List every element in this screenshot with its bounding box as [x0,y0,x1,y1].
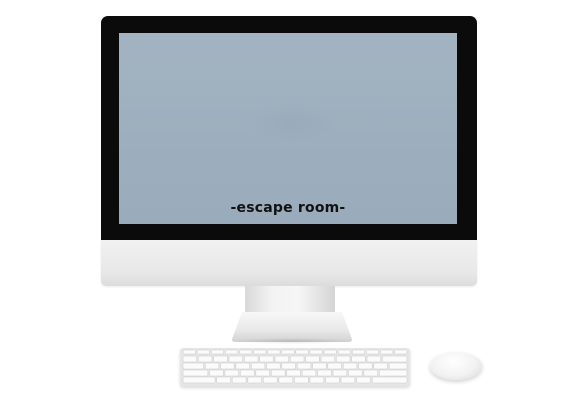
keyboard-key [295,349,309,355]
keyboard-key [182,376,216,384]
keyboard-key [348,369,363,377]
keyboard-key [182,362,204,370]
keyboard-key [182,355,197,363]
keyboard-key [271,369,286,377]
keyboard-key [382,355,408,363]
keyboard-key [266,362,281,370]
keyboard-key [209,369,224,377]
screen-caption: -escape room- [230,200,346,216]
keyboard-key [373,362,388,370]
keyboard-key [379,369,408,377]
keyboard-key [301,369,317,377]
mouse-icon [430,352,482,380]
keyboard-key [213,355,228,363]
keyboard-key [286,369,301,377]
keyboard-key [220,362,235,370]
monitor-stand-neck [245,286,335,314]
keyboard-icon [180,348,410,386]
keyboard-key [394,349,408,355]
keyboard-key [198,355,213,363]
keyboard-key [337,349,351,355]
keyboard-key [305,355,320,363]
keyboard-key [231,376,247,384]
keyboard-keys [182,349,408,384]
keyboard-key [290,355,305,363]
keyboard-key [281,349,295,355]
keyboard-key [244,355,259,363]
keyboard-key [267,349,281,355]
keyboard-key [312,362,327,370]
keyboard-key [216,376,231,384]
keyboard-key [327,362,342,370]
monitor-chin [101,240,477,286]
keyboard-key [225,349,239,355]
keyboard-key [342,362,358,370]
keyboard-key [240,369,255,377]
keyboard-key [263,376,278,384]
keyboard-key [358,362,373,370]
keyboard-key [204,362,220,370]
screen-reflection [249,103,339,143]
keyboard-key [317,369,332,377]
keyboard-key [235,362,250,370]
keyboard-key [196,349,210,355]
keyboard-key [239,349,253,355]
keyboard-key [224,369,239,377]
keyboard-key [363,369,378,377]
keyboard-key [278,376,294,384]
keyboard-key [255,369,270,377]
keyboard-key [380,349,394,355]
keyboard-key [388,362,408,370]
keyboard-key [309,376,325,384]
keyboard-key [320,355,335,363]
keyboard-key [250,362,266,370]
keyboard-key [182,349,196,355]
keyboard-key [351,355,366,363]
keyboard-key [356,376,371,384]
keyboard-key [366,355,381,363]
keyboard-key [182,369,209,377]
keyboard-key [281,362,296,370]
keyboard-key [351,349,365,355]
keyboard-key [340,376,356,384]
keyboard-key [228,355,243,363]
keyboard-key [274,355,289,363]
keyboard-key [294,376,309,384]
keyboard-key [323,349,337,355]
keyboard-key [325,376,340,384]
desktop-computer-illustration: -escape room- [0,0,581,407]
monitor-screen: -escape room- [119,33,457,224]
keyboard-key [309,349,323,355]
keyboard-key [371,376,408,384]
keyboard-key [247,376,262,384]
keyboard-key [332,369,348,377]
keyboard-key [366,349,380,355]
keyboard-key [253,349,267,355]
keyboard-key [336,355,351,363]
keyboard-key [210,349,224,355]
stand-shadow [232,338,352,344]
keyboard-key [296,362,312,370]
keyboard-key [259,355,274,363]
